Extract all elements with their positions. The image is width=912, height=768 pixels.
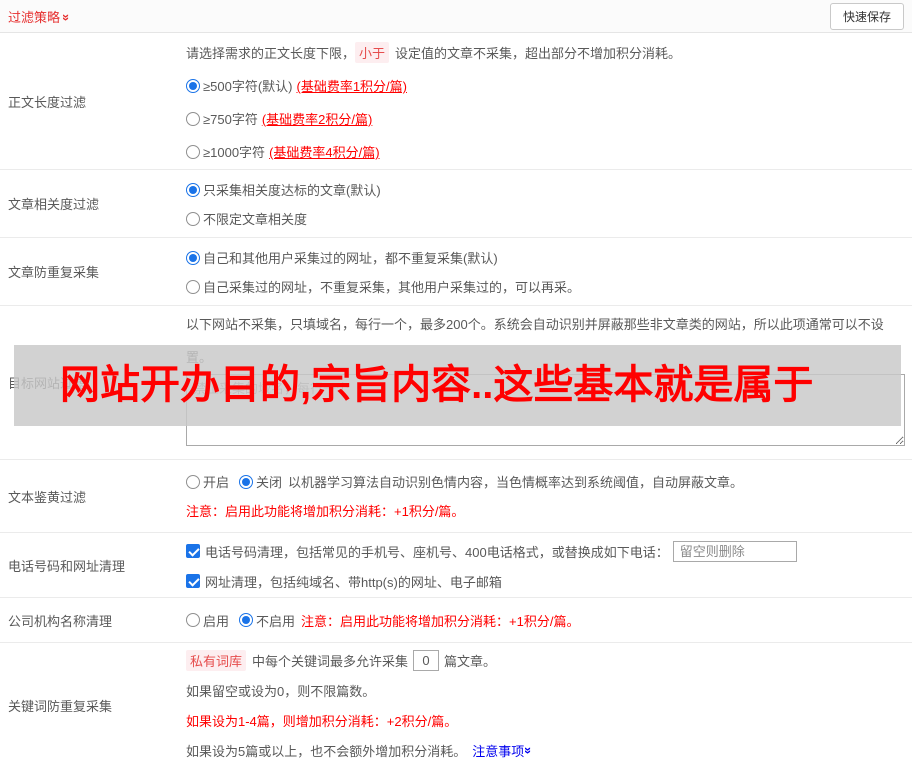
length-intro: 请选择需求的正文长度下限， 小于 设定值的文章不采集，超出部分不增加积分消耗。 — [186, 36, 904, 69]
double-chevron-down-icon — [521, 746, 536, 753]
option-label: ≥750字符 — [203, 112, 258, 127]
radio-dedup-all[interactable] — [186, 250, 200, 265]
checkbox-label: 网址清理，包括纯域名、带http(s)的网址、电子邮箱 — [205, 574, 502, 590]
row-label: 正文长度过滤 — [8, 94, 87, 110]
row-phone-url-cleaning: 电话号码和网址清理 电话号码清理，包括常见的手机号、座机号、400电话格式，或替… — [0, 533, 912, 598]
checkbox-label: 电话号码清理，包括常见的手机号、座机号、400电话格式，或替换成如下电话： — [205, 544, 669, 560]
intro-highlight: 小于 — [355, 42, 390, 63]
keyword-limit-suffix: 篇文章。 — [444, 653, 497, 669]
row-content: 请选择需求的正文长度下限， 小于 设定值的文章不采集，超出部分不增加积分消耗。 … — [180, 33, 912, 169]
quick-save-button[interactable]: 快速保存 — [829, 2, 904, 30]
checkbox-url-cleaning[interactable] — [186, 574, 200, 588]
radio-length-1000[interactable] — [186, 144, 200, 159]
relevance-option-2: 不限定文章相关度 — [186, 204, 904, 233]
option-label: 自己和其他用户采集过的网址，都不重复采集(默认) — [203, 251, 498, 266]
row-relevance-filter: 文章相关度过滤 只采集相关度达标的文章(默认) 不限定文章相关度 — [0, 170, 912, 238]
option-label: 关闭 — [256, 475, 283, 490]
row-label: 文本鉴黄过滤 — [8, 489, 87, 505]
row-label: 电话号码和网址清理 — [8, 558, 126, 574]
replacement-phone-input[interactable] — [672, 540, 797, 562]
porn-filter-description: 以机器学习算法自动识别色情内容，当色情概率达到系统阈值，自动屏蔽文章。 — [288, 475, 744, 490]
row-content: 电话号码清理，包括常见的手机号、座机号、400电话格式，或替换成如下电话： 网址… — [180, 533, 912, 597]
radio-dedup-self-only[interactable] — [186, 279, 200, 294]
topbar: 过滤策略 快速保存 — [0, 0, 912, 33]
option-label: 只采集相关度达标的文章(默认) — [203, 183, 381, 198]
radio-relevance-strict[interactable] — [186, 182, 200, 197]
checkbox-phone-cleaning[interactable] — [186, 544, 200, 558]
radio-company-on[interactable] — [186, 613, 200, 627]
filter-strategy-page: 过滤策略 快速保存 正文长度过滤 请选择需求的正文长度下限， 小于 设定值的文章… — [0, 0, 912, 768]
keyword-limit-text: 中每个关键词最多允许采集 — [252, 653, 409, 669]
dedup-option-2: 自己采集过的网址，不重复采集，其他用户采集过的，可以再采。 — [186, 272, 904, 301]
keyword-limit-line: 私有词库 中每个关键词最多允许采集 篇文章。 — [186, 645, 904, 675]
row-content: 开启 关闭 以机器学习算法自动识别色情内容，当色情概率达到系统阈值，自动屏蔽文章… — [180, 460, 912, 532]
url-cleaning-line: 网址清理，包括纯域名、带http(s)的网址、电子邮箱 — [186, 566, 904, 596]
length-option-1000: ≥1000字符 (基础费率4积分/篇) — [186, 135, 904, 168]
porn-filter-note: 注意：启用此功能将增加积分消耗：+1积分/篇。 — [186, 504, 465, 519]
company-cleaning-note: 注意：启用此功能将增加积分消耗：+1积分/篇。 — [301, 613, 580, 629]
notes-link[interactable]: 注意事项 — [472, 741, 524, 760]
porn-filter-options: 开启 关闭 以机器学习算法自动识别色情内容，当色情概率达到系统阈值，自动屏蔽文章… — [186, 467, 904, 496]
keyword-limit-input[interactable] — [413, 649, 440, 671]
row-dedup-collection: 文章防重复采集 自己和其他用户采集过的网址，都不重复采集(默认) 自己采集过的网… — [0, 238, 912, 306]
section-title-text: 过滤策略 — [8, 9, 61, 25]
row-label: 文章防重复采集 — [8, 265, 100, 280]
row-content: 只采集相关度达标的文章(默认) 不限定文章相关度 — [180, 170, 912, 237]
keyword-note-five: 如果设为5篇或以上，也不会额外增加积分消耗。 注意事项 — [186, 735, 904, 765]
radio-porn-off[interactable] — [239, 474, 254, 489]
row-content: 启用 不启用 注意：启用此功能将增加积分消耗：+1积分/篇。 — [180, 598, 912, 642]
fee-label: (基础费率4积分/篇) — [269, 145, 380, 160]
intro-pre: 请选择需求的正文长度下限， — [186, 46, 356, 61]
option-label: ≥500字符(默认) — [203, 79, 293, 94]
fee-label: (基础费率1积分/篇) — [296, 79, 407, 94]
fee-label: (基础费率2积分/篇) — [261, 112, 373, 127]
option-label: 开启 — [203, 475, 230, 490]
section-title[interactable]: 过滤策略 — [8, 7, 70, 26]
radio-porn-on[interactable] — [186, 474, 200, 489]
row-label: 文章相关度过滤 — [8, 197, 100, 212]
radio-length-500[interactable] — [186, 78, 200, 93]
phone-cleaning-line: 电话号码清理，包括常见的手机号、座机号、400电话格式，或替换成如下电话： — [186, 536, 904, 566]
option-label: 自己采集过的网址，不重复采集，其他用户采集过的，可以再采。 — [203, 280, 581, 295]
option-label: ≥1000字符 — [203, 145, 266, 160]
relevance-option-1: 只采集相关度达标的文章(默认) — [186, 175, 904, 204]
keyword-note-zero: 如果留空或设为0，则不限篇数。 — [186, 683, 376, 699]
row-keyword-dedup: 关键词防重复采集 私有词库 中每个关键词最多允许采集 篇文章。 如果留空或设为0… — [0, 643, 912, 768]
radio-length-750[interactable] — [186, 111, 200, 126]
private-lexicon-tag: 私有词库 — [186, 649, 247, 671]
watermark-text: 网站开办目的,宗旨内容..这些基本就是属于 — [60, 363, 814, 407]
watermark-overlay: 网站开办目的,宗旨内容..这些基本就是属于 — [14, 345, 901, 426]
double-chevron-down-icon — [59, 13, 74, 20]
keyword-note-five-text: 如果设为5篇或以上，也不会额外增加积分消耗。 — [186, 743, 467, 759]
row-body-length-filter: 正文长度过滤 请选择需求的正文长度下限， 小于 设定值的文章不采集，超出部分不增… — [0, 33, 912, 170]
radio-relevance-any[interactable] — [186, 211, 200, 226]
length-option-500: ≥500字符(默认) (基础费率1积分/篇) — [186, 69, 904, 102]
dedup-option-1: 自己和其他用户采集过的网址，都不重复采集(默认) — [186, 243, 904, 272]
row-label: 公司机构名称清理 — [8, 613, 113, 629]
row-content: 自己和其他用户采集过的网址，都不重复采集(默认) 自己采集过的网址，不重复采集，… — [180, 238, 912, 305]
option-label: 不限定文章相关度 — [203, 212, 308, 227]
row-label: 关键词防重复采集 — [8, 699, 113, 714]
option-label: 不启用 — [256, 613, 296, 629]
keyword-note-cost: 如果设为1-4篇，则增加积分消耗：+2积分/篇。 — [186, 713, 458, 729]
row-company-name-cleaning: 公司机构名称清理 启用 不启用 注意：启用此功能将增加积分消耗：+1积分/篇。 — [0, 598, 912, 643]
intro-post: 设定值的文章不采集，超出部分不增加积分消耗。 — [395, 46, 682, 61]
option-label: 启用 — [203, 613, 230, 629]
row-porn-filter: 文本鉴黄过滤 开启 关闭 以机器学习算法自动识别色情内容，当色情概率达到系统阈值… — [0, 460, 912, 533]
row-content: 私有词库 中每个关键词最多允许采集 篇文章。 如果留空或设为0，则不限篇数。 如… — [180, 643, 912, 768]
radio-company-off[interactable] — [239, 613, 254, 627]
length-option-750: ≥750字符 (基础费率2积分/篇) — [186, 102, 904, 135]
